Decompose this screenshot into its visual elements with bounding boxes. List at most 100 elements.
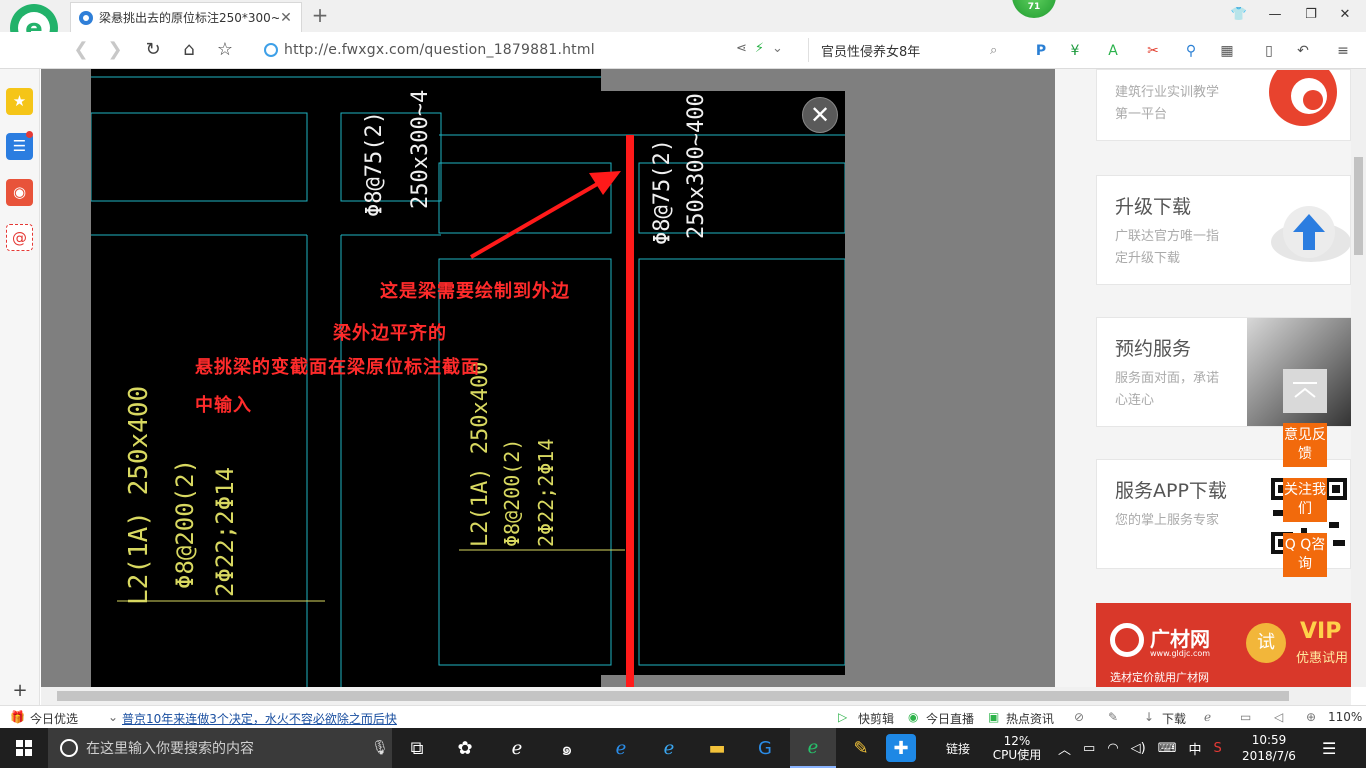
edge-icon[interactable]: ℯ [598,728,644,768]
phone-icon[interactable]: ▯ [1258,40,1280,62]
magnifier-icon[interactable]: ⚲ [1180,40,1202,62]
share-icon[interactable]: ⋖ [736,41,747,56]
close-window-button[interactable]: ✕ [1330,4,1360,26]
search-icon[interactable]: ⌕ [990,43,1008,58]
back-button[interactable]: ❮ [68,37,94,63]
apps-grid-icon[interactable]: ▦ [1216,40,1238,62]
gift-icon[interactable]: 🎁 [10,710,25,724]
windows-taskbar: 在这里输入你要搜索的内容 🎙 ⧉ ✿ ℯ ๑ ℯ ℯ ▬ G ℯ ✎ ✚ 链接 … [0,728,1366,768]
translate-icon[interactable]: A [1102,40,1124,62]
cad-label-stirrup-left: Φ8@200(2) [171,459,199,589]
links-toolbar[interactable]: 链接 [946,728,970,768]
keyboard-icon[interactable]: ⌨ [1158,741,1177,756]
minimize-button[interactable]: — [1260,4,1290,26]
close-image-button[interactable]: ✕ [802,97,838,133]
promo-desc: 广联达官方唯一指定升级下载 [1115,229,1220,266]
clock[interactable]: 10:59 2018/7/6 [1240,728,1298,768]
tray-expand-icon[interactable]: ︿ [1058,739,1071,758]
promo-title: 预约服务 [1115,338,1192,360]
microphone-icon[interactable]: 🎙 [368,740,392,756]
today-picks-link[interactable]: 今日优选 [30,710,78,727]
zoom-level[interactable]: 110% [1328,710,1362,724]
ad-vip-sub: 优惠试用 [1296,651,1349,666]
home-icon[interactable]: ⌂ [176,37,202,63]
task-view-icon[interactable]: ⧉ [394,728,440,768]
notes-app-icon[interactable]: ✎ [838,728,884,768]
window-icon[interactable]: ▭ [1240,710,1251,724]
live-icon[interactable]: ◉ [908,710,918,724]
browser-taskbar-icon[interactable]: ℯ [790,728,836,768]
pinwheel-app-icon[interactable]: ✿ [442,728,488,768]
browser-tab-active[interactable]: 梁悬挑出去的原位标注250*300~ ✕ [70,2,302,32]
wifi-icon[interactable]: ◠ [1107,741,1118,756]
spiral-app-icon[interactable]: ๑ [544,728,590,768]
url-text[interactable]: http://e.fwxgx.com/question_1879881.html [284,42,595,58]
news-ticker-link[interactable]: 普京10年来连做3个决定，水火不容必欲除之而后快 [122,710,397,727]
chevron-down-icon[interactable]: ⌄ [108,710,118,724]
vertical-scrollbar[interactable] [1351,69,1366,687]
scroll-thumb[interactable] [1354,157,1363,255]
cpu-meter[interactable]: 12% CPU使用 [992,728,1042,768]
internet-explorer-icon[interactable]: ℯ [646,728,692,768]
promo-card-upgrade[interactable]: 升级下载 广联达官方唯一指定升级下载 [1096,175,1351,285]
restore-button[interactable]: ❐ [1296,4,1326,26]
forward-button[interactable]: ❯ [102,37,128,63]
video-edit-icon[interactable]: ▷ [838,710,847,724]
promo-desc: 服务面对面，承诺心连心 [1115,371,1220,408]
chevron-down-icon[interactable]: ⌄ [772,41,783,56]
horizontal-scrollbar[interactable] [41,687,1351,705]
action-center-icon[interactable]: ☰ [1322,728,1336,768]
weibo-icon[interactable]: ◉ [6,179,33,206]
volume-icon[interactable]: ◁) [1131,741,1146,756]
search-box[interactable]: 官员性侵养女8年 ⌕ [808,38,1008,62]
favorite-star-icon[interactable]: ☆ [212,37,238,63]
site-info-icon[interactable] [264,43,278,57]
guangcai-ad-banner[interactable]: 广材网 www.gldjc.com 试 VIP 优惠试用 选材定价就用广材网 [1096,603,1351,687]
email-icon[interactable]: @ [6,224,33,251]
accelerate-icon[interactable]: ⊘ [1074,710,1084,724]
pin-icon[interactable]: ✎ [1108,710,1118,724]
clock-date: 2018/7/6 [1242,749,1296,763]
windows-start-icon[interactable] [0,728,48,768]
back-to-top-button[interactable] [1283,369,1327,413]
menu-icon[interactable]: ≡ [1332,40,1354,62]
ip-plugin-icon[interactable]: P [1030,40,1052,62]
lightning-icon[interactable]: ⚡ [755,41,764,56]
battery-icon[interactable]: ▭ [1083,741,1095,756]
notification-badge[interactable]: 71 [1012,0,1056,18]
ie-mode-icon[interactable]: ℯ [1204,710,1211,724]
address-bar[interactable]: http://e.fwxgx.com/question_1879881.html [258,38,798,62]
tab-close-icon[interactable]: ✕ [279,10,293,26]
glodon-app-icon[interactable]: G [742,728,788,768]
plus-app-icon[interactable]: ✚ [886,734,916,762]
download-icon[interactable]: ↓ [1144,710,1154,724]
file-explorer-icon[interactable]: ▬ [694,728,740,768]
undo-icon[interactable]: ↶ [1292,40,1314,62]
news-icon[interactable]: ▣ [988,710,999,724]
scroll-thumb[interactable] [57,691,1289,701]
shield-yuan-icon[interactable]: ¥ [1064,40,1086,62]
ie-app-icon[interactable]: ℯ [494,728,540,768]
new-tab-button[interactable]: + [309,4,331,26]
hot-news-link[interactable]: 热点资讯 [1006,710,1054,727]
ime-indicator[interactable]: 中 [1189,739,1202,758]
download-link[interactable]: 下载 [1162,710,1186,727]
qq-consult-button[interactable]: Q Q咨询 [1283,533,1327,577]
sogou-ime-icon[interactable]: S [1214,741,1222,756]
live-link[interactable]: 今日直播 [926,710,974,727]
skin-icon[interactable]: 👕 [1224,4,1254,26]
refresh-icon[interactable]: ↻ [140,37,166,63]
taskbar-search-box[interactable]: 在这里输入你要搜索的内容 🎙 [48,728,392,768]
favorites-star-icon[interactable]: ★ [6,88,33,115]
promo-card-training[interactable]: 建筑行业实训教学第一平台 [1096,69,1351,141]
feedback-button[interactable]: 意见反馈 [1283,423,1327,467]
sidebar-add-button[interactable]: + [10,681,30,701]
search-input[interactable]: 官员性侵养女8年 [821,41,990,60]
clock-time: 10:59 [1251,733,1287,747]
sound-icon[interactable]: ◁ [1274,710,1283,724]
quick-edit-link[interactable]: 快剪辑 [858,710,894,727]
taskbar-search-placeholder[interactable]: 在这里输入你要搜索的内容 [86,738,368,758]
zoom-icon[interactable]: ⊕ [1306,710,1316,724]
scissors-icon[interactable]: ✂ [1142,40,1164,62]
follow-us-button[interactable]: 关注我们 [1283,478,1327,522]
